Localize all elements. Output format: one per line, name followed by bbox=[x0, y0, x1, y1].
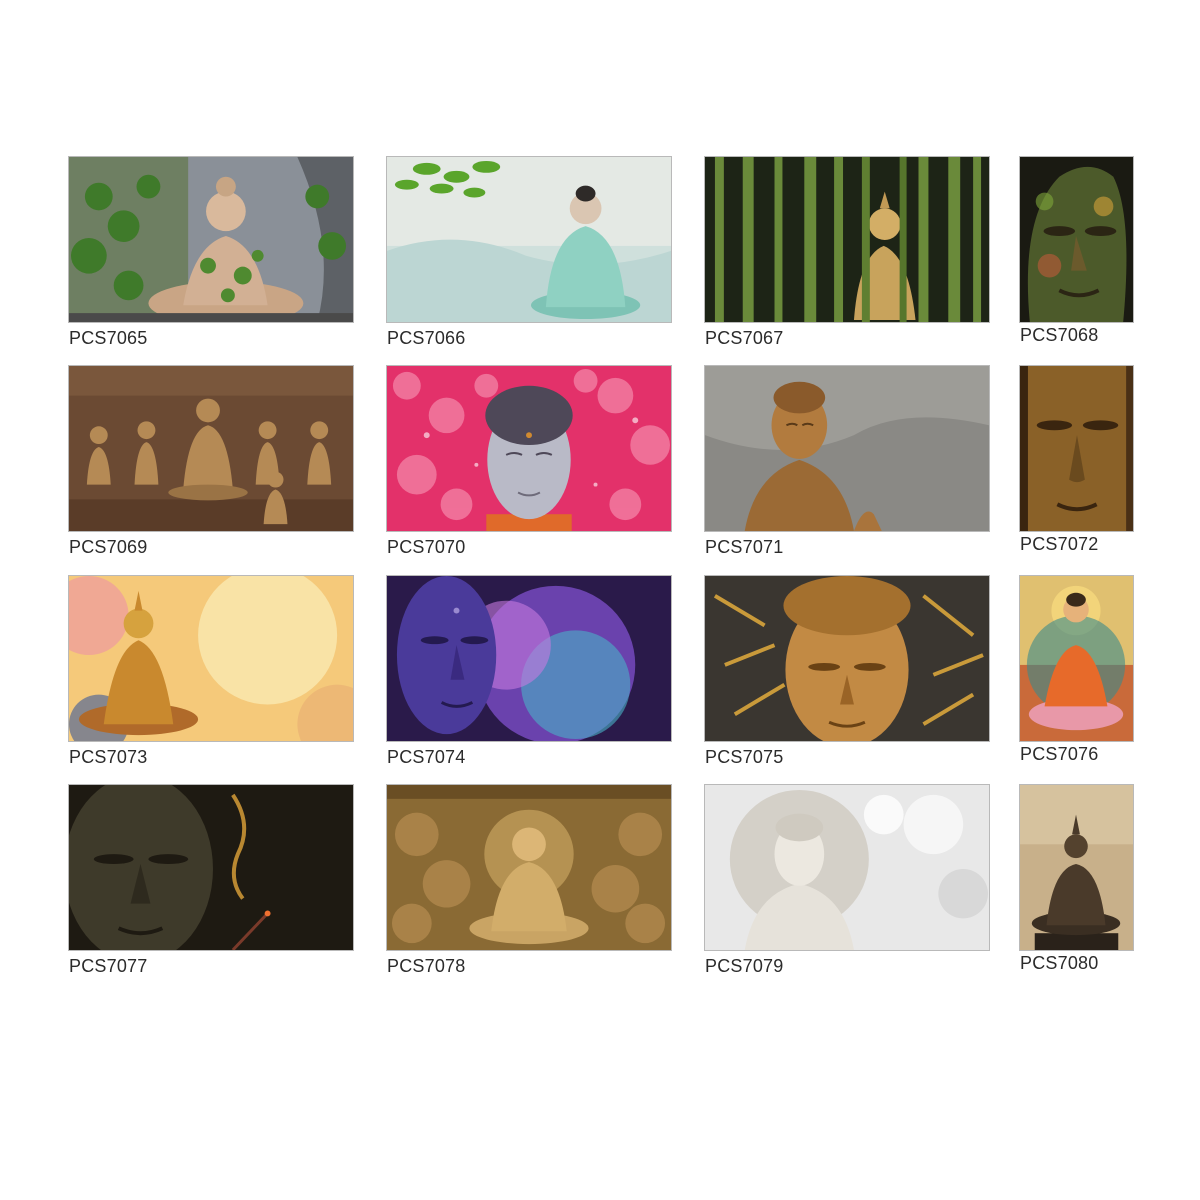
product-thumbnail[interactable] bbox=[386, 365, 672, 532]
product-code: PCS7077 bbox=[69, 956, 148, 976]
product-code: PCS7080 bbox=[1020, 953, 1099, 973]
product-thumbnail[interactable] bbox=[1019, 365, 1134, 532]
product-thumbnail[interactable] bbox=[1019, 784, 1134, 951]
product-code: PCS7072 bbox=[1020, 534, 1099, 554]
product-code: PCS7074 bbox=[387, 747, 466, 767]
product-thumbnail[interactable] bbox=[386, 156, 672, 323]
product-thumbnail[interactable] bbox=[704, 156, 990, 323]
product-catalog-grid: PCS7065 PCS7066 PCS7067 PCS7068 PCS7069 … bbox=[0, 0, 1200, 1200]
product-code: PCS7078 bbox=[387, 956, 466, 976]
product-thumbnail[interactable] bbox=[1019, 156, 1134, 323]
product-thumbnail[interactable] bbox=[386, 784, 672, 951]
product-code: PCS7065 bbox=[69, 328, 148, 348]
product-thumbnail[interactable] bbox=[68, 784, 354, 951]
product-code: PCS7068 bbox=[1020, 325, 1099, 345]
product-thumbnail[interactable] bbox=[704, 784, 990, 951]
product-code: PCS7073 bbox=[69, 747, 148, 767]
product-thumbnail[interactable] bbox=[704, 575, 990, 742]
product-code: PCS7070 bbox=[387, 537, 466, 557]
product-code: PCS7067 bbox=[705, 328, 784, 348]
product-code: PCS7075 bbox=[705, 747, 784, 767]
product-thumbnail[interactable] bbox=[1019, 575, 1134, 742]
product-code: PCS7076 bbox=[1020, 744, 1099, 764]
product-code: PCS7079 bbox=[705, 956, 784, 976]
product-code: PCS7071 bbox=[705, 537, 784, 557]
product-thumbnail[interactable] bbox=[68, 575, 354, 742]
product-code: PCS7066 bbox=[387, 328, 466, 348]
product-thumbnail[interactable] bbox=[68, 365, 354, 532]
product-thumbnail[interactable] bbox=[68, 156, 354, 323]
product-code: PCS7069 bbox=[69, 537, 148, 557]
product-thumbnail[interactable] bbox=[704, 365, 990, 532]
product-thumbnail[interactable] bbox=[386, 575, 672, 742]
